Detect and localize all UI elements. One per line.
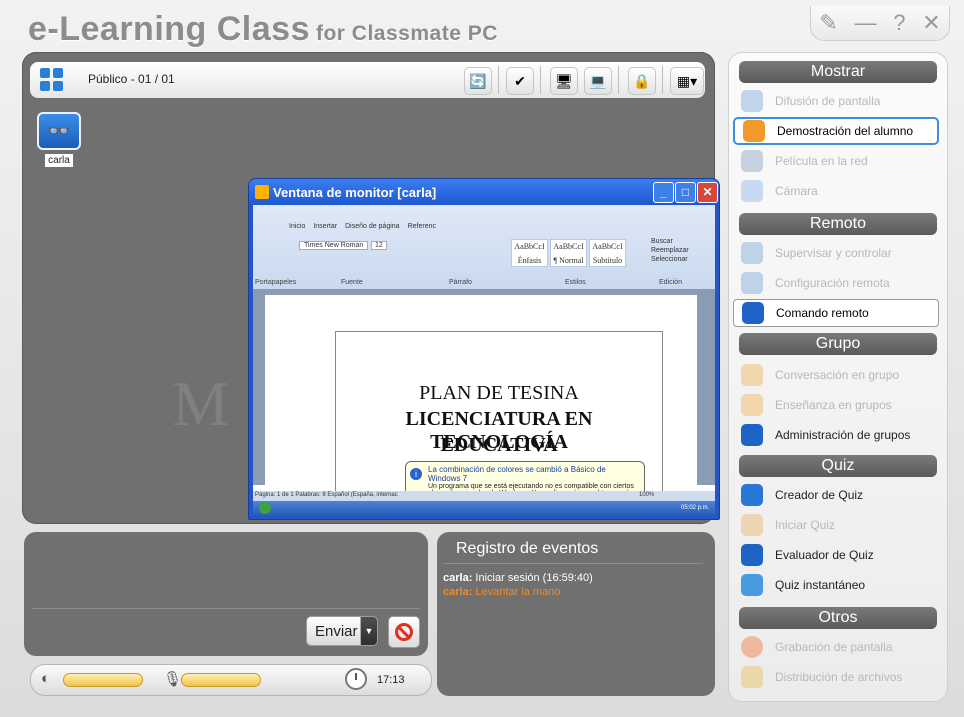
monitor-maximize-button[interactable]: □ [675,182,696,203]
remote-command-icon [742,302,764,324]
send-button[interactable]: Enviar ▼ [306,616,378,646]
chevron-down-icon[interactable]: ▼ [360,617,377,645]
window-controls: ✎ — ? ✕ [810,6,950,41]
quiz-create-icon [741,484,763,506]
font-size: 12 [371,241,387,250]
close-button[interactable]: ✕ [922,10,940,36]
start-orb-icon [259,502,271,514]
sidebar-item-group-chat[interactable]: Conversación en grupo [733,361,939,389]
chat-panel: Enviar ▼ [24,532,428,656]
file-dist-icon [741,666,763,688]
group-page-label: Público - 01 / 01 [88,72,175,86]
app-window: e-Learning Class for Classmate PC ✎ — ? ✕… [0,0,964,717]
prohibited-icon [395,623,413,641]
section-mostrar: Mostrar [739,61,937,83]
chat-history [32,538,420,606]
ribbon-styles: AaBbCcI Énfasis AaBbCcI ¶ Normal AaBbCcI Su… [511,239,626,267]
sidebar-item-quiz-grader[interactable]: Evaluador de Quiz [733,541,939,569]
monitor-window[interactable]: Ventana de monitor [carla] _ □ ✕ Inicio I… [248,178,720,520]
monitor-icon[interactable]: 🖥 [550,67,578,95]
doc-line-1: PLAN DE TESINA [419,382,579,404]
group-teach-icon [741,394,763,416]
remote-taskbar: 05:02 p.m. [253,501,715,515]
camera-icon [741,180,763,202]
sidebar-item-start-quiz[interactable]: Iniciar Quiz [733,511,939,539]
monitor-control-icon [741,242,763,264]
microphone-icon[interactable]: 🎙 [163,670,182,688]
sidebar-item-student-demo[interactable]: Demostración del alumno [733,117,939,145]
section-quiz: Quiz [739,455,937,477]
event-entry: carla: Iniciar sesión (16:59:40) [443,572,593,584]
film-icon [741,150,763,172]
monitor-window-icon [255,185,269,199]
student-tile[interactable]: 👓 carla [36,112,82,168]
remote-screen: Inicio Insertar Diseño de página Referenc T… [253,205,715,515]
app-subtitle: for Classmate PC [315,22,498,45]
speaker-icon[interactable]: ◐ [41,670,50,687]
sidebar-item-remote-config[interactable]: Configuración remota [733,269,939,297]
section-otros: Otros [739,607,937,629]
ribbon-edit: Buscar Reemplazar Seleccionar [651,238,689,263]
broadcast-icon [741,90,763,112]
view-icon[interactable]: 🔄 [464,67,492,95]
quiz-start-icon [741,514,763,536]
info-icon: i [410,468,422,480]
section-grupo: Grupo [739,333,937,355]
clock-icon [345,668,367,690]
ribbon-tabs: Inicio Insertar Diseño de página Referenc [289,223,436,230]
help-button[interactable]: ? [893,10,905,36]
event-entry: carla: Levantar la mano [443,586,561,598]
clock-time: 17:13 [377,674,405,686]
student-name: carla [45,154,73,167]
word-ribbon: Inicio Insertar Diseño de página Referenc T… [253,205,715,290]
sidebar-item-remote-command[interactable]: Comando remoto [733,299,939,327]
app-title: e-Learning Class for Classmate PC [28,10,498,48]
sidebar-item-group-admin[interactable]: Administración de grupos [733,421,939,449]
doc-line-3: EDUCATIVA [440,434,558,456]
lock-icon[interactable]: 🔒 [628,67,656,95]
record-icon [741,636,763,658]
quiz-grade-icon [741,544,763,566]
sidebar-item-instant-quiz[interactable]: Quiz instantáneo [733,571,939,599]
sidebar-item-network-movie[interactable]: Película en la red [733,147,939,175]
status-row: ◐ 🎙 17:13 [30,664,432,696]
screen-icon[interactable]: 💻 [584,67,612,95]
word-statusbar: Página: 1 de 1 Palabras: 8 Español (Espa… [253,491,715,501]
function-sidebar: Mostrar Difusión de pantalla Demostració… [728,52,948,702]
event-log-title: Registro de eventos [456,540,599,557]
classroom-toolbar: Público - 01 / 01 🔄 ✔ 🖥 💻 🔒 ▦▾ [30,62,705,98]
document-area: PLAN DE TESINA LICENCIATURA EN TECNOLOGÍ… [253,289,715,502]
monitor-title: Ventana de monitor [carla] [273,185,437,200]
send-label: Enviar [315,622,358,640]
background-watermark: M [172,368,229,439]
chat-icon [741,364,763,386]
block-button[interactable] [388,616,420,648]
sidebar-item-screen-broadcast[interactable]: Difusión de pantalla [733,87,939,115]
sidebar-item-quiz-creator[interactable]: Creador de Quiz [733,481,939,509]
balloon-title: La combinación de colores se cambió a Bá… [428,465,606,483]
section-remoto: Remoto [739,213,937,235]
layout-icon[interactable]: ▦▾ [670,67,704,95]
speaker-volume-bar[interactable] [63,673,143,687]
monitor-titlebar: Ventana de monitor [carla] _ □ ✕ [249,179,719,205]
tool-icon[interactable]: ✎ [819,10,837,36]
binoculars-icon: 👓 [37,112,81,150]
grid-view-icon[interactable] [40,68,64,92]
event-log-panel: Registro de eventos carla: Iniciar sesió… [437,532,715,696]
quiz-instant-icon [741,574,763,596]
broadcast-icon[interactable]: ✔ [506,67,534,95]
remote-config-icon [741,272,763,294]
group-admin-icon [741,424,763,446]
minimize-button[interactable]: — [855,10,877,36]
monitor-minimize-button[interactable]: _ [653,182,674,203]
microphone-volume-bar[interactable] [181,673,261,687]
font-name: Times New Roman [299,241,369,250]
sidebar-item-screen-recording[interactable]: Grabación de pantalla [733,633,939,661]
sidebar-item-group-teaching[interactable]: Enseñanza en grupos [733,391,939,419]
sidebar-item-file-distribution[interactable]: Distribución de archivos [733,663,939,691]
monitor-close-button[interactable]: ✕ [697,182,718,203]
sidebar-item-monitor-control[interactable]: Supervisar y controlar [733,239,939,267]
student-demo-icon [743,120,765,142]
sidebar-item-camera[interactable]: Cámara [733,177,939,205]
